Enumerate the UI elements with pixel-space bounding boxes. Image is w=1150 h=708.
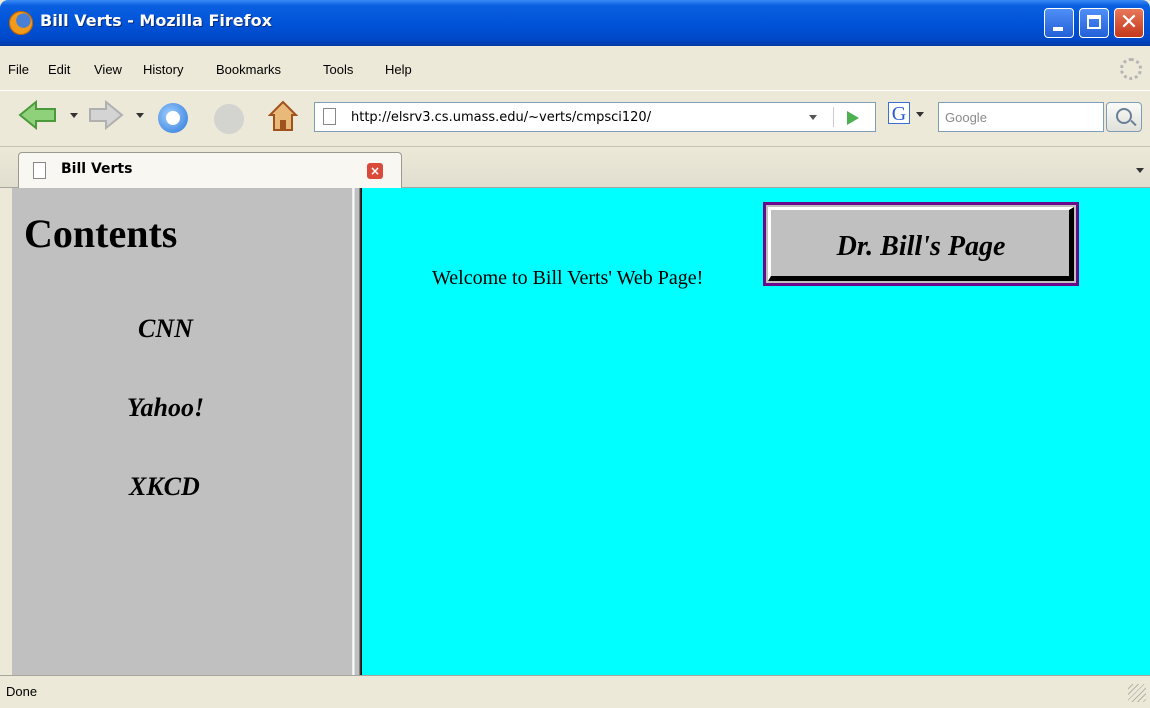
search-engine-selector[interactable]: G: [888, 102, 936, 130]
close-icon: ✕: [1119, 10, 1139, 35]
tab-list-dropdown[interactable]: [1136, 168, 1144, 173]
frame-divider[interactable]: [352, 188, 362, 675]
close-window-button[interactable]: ✕: [1114, 8, 1144, 38]
search-button[interactable]: [1106, 102, 1142, 132]
resize-grip-icon[interactable]: [1128, 684, 1146, 702]
url-history-dropdown[interactable]: [809, 115, 817, 120]
page-icon: [33, 162, 46, 179]
contents-heading: Contents: [24, 211, 178, 256]
title-bar[interactable]: Bill Verts - Mozilla Firefox ✕: [0, 0, 1150, 46]
search-input[interactable]: Google: [938, 102, 1104, 132]
tab-bill-verts[interactable]: Bill Verts ×: [18, 152, 402, 188]
status-bar: Done: [0, 675, 1150, 708]
status-text: Done: [6, 684, 38, 699]
tab-label: Bill Verts: [61, 161, 133, 177]
forward-arrow-icon[interactable]: [88, 100, 124, 130]
stop-icon[interactable]: [214, 104, 244, 134]
link-xkcd[interactable]: XKCD: [129, 472, 200, 502]
forward-history-dropdown[interactable]: [136, 113, 144, 118]
url-text[interactable]: http://elsrv3.cs.umass.edu/~verts/cmpsci…: [351, 110, 651, 125]
menu-view[interactable]: View: [94, 62, 122, 77]
minimize-icon: [1053, 27, 1063, 31]
dr-bills-page-label: Dr. Bill's Page: [836, 231, 1006, 262]
firefox-logo-icon: [9, 11, 33, 35]
url-separator: [833, 107, 834, 127]
menu-history[interactable]: History: [143, 62, 183, 77]
url-bar[interactable]: http://elsrv3.cs.umass.edu/~verts/cmpsci…: [314, 102, 876, 132]
throbber-icon: [1120, 58, 1142, 80]
back-history-dropdown[interactable]: [70, 113, 78, 118]
maximize-button[interactable]: [1079, 8, 1109, 38]
google-icon: G: [888, 102, 910, 125]
page-icon: [323, 108, 336, 125]
back-arrow-icon[interactable]: [18, 100, 58, 130]
menu-file[interactable]: File: [8, 62, 29, 77]
maximize-icon: [1087, 15, 1101, 29]
link-cnn[interactable]: CNN: [138, 314, 193, 344]
close-tab-button[interactable]: ×: [367, 163, 383, 179]
go-arrow-icon[interactable]: [847, 111, 859, 125]
link-yahoo[interactable]: Yahoo!: [127, 393, 204, 423]
chevron-down-icon: [916, 112, 924, 117]
reload-icon[interactable]: [158, 103, 188, 133]
dr-bills-page-button[interactable]: Dr. Bill's Page: [763, 202, 1079, 286]
window-title: Bill Verts - Mozilla Firefox: [40, 11, 272, 30]
menu-bar: File Edit View History Bookmarks Tools H…: [0, 54, 1150, 86]
magnifier-icon: [1116, 108, 1132, 124]
minimize-button[interactable]: [1044, 8, 1074, 38]
menu-bookmarks[interactable]: Bookmarks: [216, 62, 281, 77]
contents-frame: [0, 188, 352, 675]
search-placeholder: Google: [945, 110, 987, 125]
menu-help[interactable]: Help: [385, 62, 412, 77]
welcome-text: Welcome to Bill Verts' Web Page!: [432, 267, 704, 289]
home-icon[interactable]: [268, 100, 298, 132]
menu-tools[interactable]: Tools: [323, 62, 353, 77]
menu-edit[interactable]: Edit: [48, 62, 70, 77]
